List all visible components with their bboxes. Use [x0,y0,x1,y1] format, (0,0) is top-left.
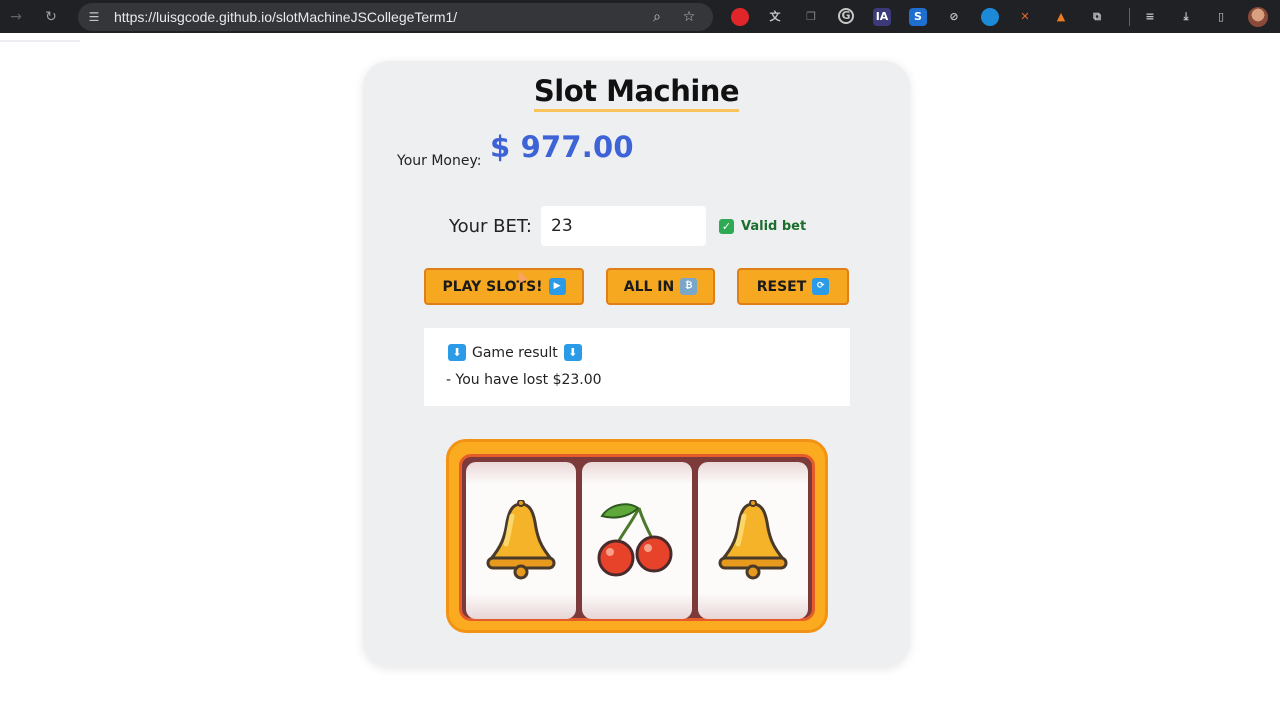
record-icon[interactable] [731,8,749,26]
s-icon[interactable]: S [909,8,927,26]
money-label: Your Money: [397,153,482,169]
forward-icon[interactable]: → [6,7,26,27]
play-slots-label: PLAY SLOTS! [442,278,543,295]
slot-machine-card: Slot Machine Your Money: $ 977.00 Your B… [363,61,910,667]
ia-icon[interactable]: IA [873,8,891,26]
bookmark-star-icon[interactable]: ☆ [680,8,698,26]
bet-label: Your BET: [449,216,532,237]
puzzle-icon[interactable]: ⧉ [1088,8,1106,26]
slot-machine [446,439,828,633]
reload-icon[interactable]: ↻ [41,7,61,27]
play-icon: ▶ [548,278,566,295]
slot-reels-frame [459,454,815,621]
tool-icon[interactable]: ✕ [1016,8,1034,26]
reading-list-icon[interactable]: ≡ [1141,8,1159,26]
game-result-header: ⬇ Game result ⬇ [448,344,582,361]
page-top-divider [0,40,80,42]
down-arrow-icon: ⬇ [563,344,582,361]
all-in-label: ALL IN [623,278,675,295]
down-arrow-icon: ⬇ [448,344,466,361]
reset-button[interactable]: RESET ⟳ [737,268,849,305]
site-info-icon[interactable]: ☰ [86,9,102,25]
valid-bet-label: Valid bet [741,219,807,234]
reset-label: RESET [756,278,807,295]
game-result-text: - You have lost $23.00 [446,372,602,388]
edge-icon[interactable] [981,8,999,26]
checkmark-icon: ✓ [719,219,734,234]
bell-icon [486,500,556,580]
page-title-wrap: Slot Machine [363,74,910,112]
copy-icon[interactable]: ❐ [802,8,820,26]
side-panel-icon[interactable]: ▯ [1212,8,1230,26]
reel-1 [466,462,576,619]
play-slots-button[interactable]: PLAY SLOTS! ▶ [424,268,584,305]
refresh-icon: ⟳ [812,278,830,295]
page-title: Slot Machine [533,74,740,112]
download-icon[interactable]: ⤓ [1177,8,1195,26]
grammarly-icon[interactable]: G [838,8,854,24]
reel-2 [582,462,692,619]
compass-icon[interactable]: ⊘ [945,8,963,26]
profile-avatar[interactable] [1248,7,1268,27]
game-result-panel: ⬇ Game result ⬇ - You have lost $23.00 [424,328,850,406]
browser-toolbar: → ↻ ☰ https://luisgcode.github.io/slotMa… [0,0,1280,33]
valid-bet-indicator: ✓ Valid bet [719,219,806,234]
game-result-title: Game result [472,344,558,361]
translate-icon[interactable]: 文 [766,8,784,26]
cherry-icon [597,503,673,577]
bet-input[interactable] [541,206,706,246]
zoom-icon[interactable]: ⌕ [648,8,666,26]
url-text[interactable]: https://luisgcode.github.io/slotMachineJ… [114,9,457,25]
address-bar[interactable]: ☰ https://luisgcode.github.io/slotMachin… [78,3,713,31]
toolbar-divider [1129,8,1130,26]
money-value: $ 977.00 [490,130,634,164]
bell-icon [718,500,788,580]
reel-3 [698,462,808,619]
fox-icon[interactable]: ▲ [1052,8,1070,26]
money-icon: ₿ [680,278,698,295]
all-in-button[interactable]: ALL IN ₿ [606,268,715,305]
